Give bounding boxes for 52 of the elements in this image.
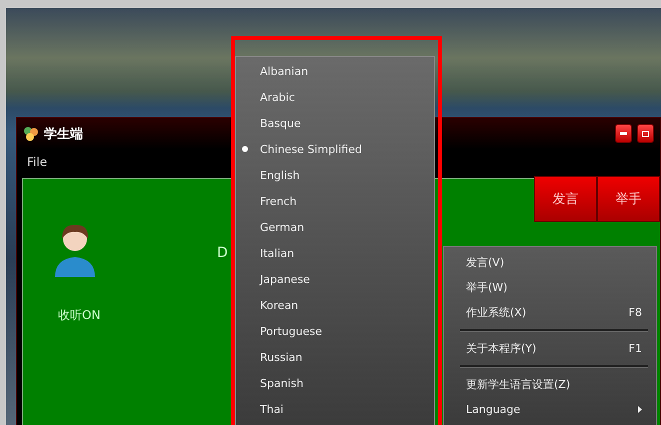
language-label: Italian [260,246,294,260]
toolbar-button[interactable]: 发言 [534,176,597,222]
context-menu-item[interactable]: 更新学生语言设置(Z) [444,372,656,397]
menu-item-label: 举手(W) [466,280,508,295]
minimize-button[interactable] [615,124,632,143]
language-label: Japanese [260,272,310,286]
maximize-button[interactable] [637,124,654,143]
context-menu-item[interactable]: 作业系统(X) F8 [444,300,656,325]
language-label: Arabic [260,90,295,104]
language-option[interactable]: Albanian [236,58,434,84]
language-option[interactable]: Korean [236,292,434,318]
menu-item-label: 更新学生语言设置(Z) [466,377,570,392]
listening-status: 收听ON [58,307,100,324]
context-menu-item[interactable]: 举手(W) [444,275,656,300]
language-label: German [260,220,304,234]
language-option[interactable]: Basque [236,110,434,136]
app-icon [23,126,39,142]
language-label: Spanish [260,376,304,390]
language-label: Portuguese [260,324,322,338]
shortcut-label: F8 [628,306,642,319]
language-label: Albanian [260,64,308,78]
window-title: 学生端 [44,126,83,142]
language-option[interactable]: Italian [236,240,434,266]
context-menu-item[interactable]: 关于本程序(Y) F1 [444,336,656,361]
language-label: Russian [260,350,302,364]
language-option[interactable]: German [236,214,434,240]
language-label: Chinese Simplified [260,142,362,156]
language-label: Korean [260,298,298,312]
language-option[interactable]: Thai [236,396,434,422]
language-option[interactable]: Arabic [236,84,434,110]
language-label: Basque [260,116,301,130]
menu-item[interactable]: File [27,155,48,169]
menu-item-label: Language [466,403,520,416]
language-option[interactable]: French [236,188,434,214]
partial-label: D [217,245,228,261]
language-option[interactable]: Russian [236,344,434,370]
submenu-arrow-icon [638,406,642,413]
menu-item-label: 关于本程序(Y) [466,341,536,356]
shortcut-label: F1 [628,342,642,355]
language-option[interactable]: Japanese [236,266,434,292]
context-menu-item[interactable]: 发言(V) [444,250,656,275]
language-label: English [260,168,300,182]
language-label: French [260,194,297,208]
language-option[interactable]: English [236,162,434,188]
toolbar-button[interactable]: 举手 [597,176,660,222]
menu-item-label: 作业系统(X) [466,305,526,320]
context-menu-item[interactable]: Language [444,397,656,422]
language-label: Thai [260,402,284,416]
language-option[interactable]: Spanish [236,370,434,396]
menu-item-label: 发言(V) [466,255,504,270]
language-option[interactable]: Chinese Simplified [236,136,434,162]
language-option[interactable]: Portuguese [236,318,434,344]
